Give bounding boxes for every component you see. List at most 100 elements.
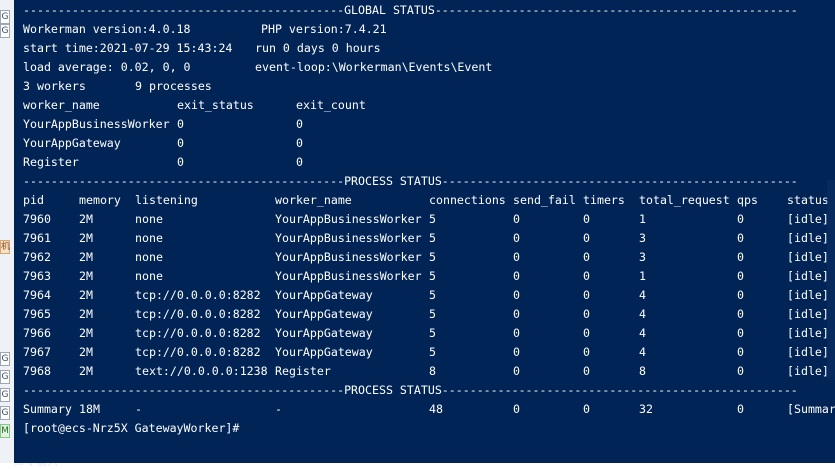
process-cell: 2M bbox=[79, 250, 93, 264]
process-cell: 0 bbox=[737, 231, 744, 245]
process-cell: none bbox=[135, 250, 163, 264]
process-row: 7962 2M none YourAppBusinessWorker 5 0 0 3 0 [idl… bbox=[14, 248, 835, 267]
process-cell: 0 bbox=[583, 250, 590, 264]
process-cell: 8 bbox=[639, 364, 646, 378]
worker-cell: 0 bbox=[296, 117, 303, 131]
workerman-version: Workerman version:4.0.18 bbox=[23, 22, 191, 36]
process-cell: [idle] bbox=[787, 345, 829, 359]
process-row: 7967 2M tcp://0.0.0.0:8282 YourAppGateway 5 0… bbox=[14, 343, 835, 362]
process-cell: 0 bbox=[583, 269, 590, 283]
load-average: load average: 0.02, 0, 0 bbox=[23, 60, 191, 74]
process-cell: text://0.0.0.0:1238 bbox=[135, 364, 268, 378]
summary-cell: 32 bbox=[639, 402, 653, 416]
process-cell: YourAppBusinessWorker bbox=[275, 212, 422, 226]
process-cell: 4 bbox=[639, 307, 646, 321]
process-cell: tcp://0.0.0.0:8282 bbox=[135, 326, 261, 340]
process-cell: [idle] bbox=[787, 250, 829, 264]
process-cell: 0 bbox=[583, 345, 590, 359]
process-cell: 0 bbox=[513, 326, 520, 340]
process-cell: 2M bbox=[79, 345, 93, 359]
process-cell: Register bbox=[275, 364, 331, 378]
worker-column-header: exit_status bbox=[177, 98, 254, 112]
process-cell: 2M bbox=[79, 364, 93, 378]
process-cell: tcp://0.0.0.0:8282 bbox=[135, 345, 261, 359]
process-row: 7968 2M text://0.0.0.0:1238 Register 8 0 0 8 0 [i… bbox=[14, 362, 835, 381]
side-chip: G bbox=[0, 370, 10, 384]
process-column-header: connections bbox=[429, 193, 506, 207]
process-cell: 3 bbox=[639, 250, 646, 264]
process-cell: 0 bbox=[513, 364, 520, 378]
process-cell: 0 bbox=[513, 345, 520, 359]
process-column-header: status bbox=[787, 193, 829, 207]
process-row: 7963 2M none YourAppBusinessWorker 5 0 0 1 0 [idl… bbox=[14, 267, 835, 286]
process-column-header: memory bbox=[79, 193, 121, 207]
process-row: 7966 2M tcp://0.0.0.0:8282 YourAppGateway 5 0… bbox=[14, 324, 835, 343]
process-cell: 5 bbox=[429, 231, 436, 245]
worker-cell: 0 bbox=[296, 155, 303, 169]
process-column-header: qps bbox=[737, 193, 758, 207]
terminal-window[interactable]: ----------------------------------------… bbox=[14, 0, 835, 463]
summary-cell: 0 bbox=[513, 402, 520, 416]
process-cell: YourAppGateway bbox=[275, 326, 373, 340]
process-cell: 0 bbox=[513, 269, 520, 283]
process-status-footer: ----------------------------------------… bbox=[23, 383, 798, 397]
process-column-header: listening bbox=[135, 193, 198, 207]
process-cell: 2M bbox=[79, 231, 93, 245]
side-chip: G bbox=[0, 24, 10, 38]
process-cell: 0 bbox=[737, 269, 744, 283]
process-cell: 4 bbox=[639, 326, 646, 340]
process-cell: [idle] bbox=[787, 212, 829, 226]
process-cell: 4 bbox=[639, 288, 646, 302]
process-column-header: timers bbox=[583, 193, 625, 207]
process-cell: 0 bbox=[513, 288, 520, 302]
process-cell: 2M bbox=[79, 288, 93, 302]
process-cell: 7960 bbox=[23, 212, 51, 226]
process-cell: none bbox=[135, 212, 163, 226]
processes-count: 9 processes bbox=[135, 79, 212, 93]
side-chip: G bbox=[0, 10, 10, 24]
process-cell: none bbox=[135, 231, 163, 245]
side-chip: G bbox=[0, 406, 10, 420]
process-cell: [idle] bbox=[787, 364, 829, 378]
process-cell: 7963 bbox=[23, 269, 51, 283]
worker-cell: YourAppBusinessWorker bbox=[23, 117, 170, 131]
process-cell: 5 bbox=[429, 212, 436, 226]
side-chip: M bbox=[0, 424, 10, 438]
process-cell: 0 bbox=[583, 288, 590, 302]
worker-column-header: worker_name bbox=[23, 98, 100, 112]
worker-cell: 0 bbox=[177, 117, 184, 131]
process-column-header: total_request bbox=[639, 193, 730, 207]
summary-cell: - bbox=[275, 402, 282, 416]
worker-cell: YourAppGateway bbox=[23, 136, 121, 150]
process-cell: 7965 bbox=[23, 307, 51, 321]
worker-column-header: exit_count bbox=[296, 98, 366, 112]
process-cell: [idle] bbox=[787, 288, 829, 302]
process-cell: 0 bbox=[737, 326, 744, 340]
process-cell: 0 bbox=[737, 307, 744, 321]
process-cell: tcp://0.0.0.0:8282 bbox=[135, 307, 261, 321]
start-time: start time:2021-07-29 15:43:24 bbox=[23, 41, 233, 55]
process-cell: 1 bbox=[639, 269, 646, 283]
process-row: 7960 2M none YourAppBusinessWorker 5 0 0 1 0 [idl… bbox=[14, 210, 835, 229]
process-cell: [idle] bbox=[787, 231, 829, 245]
scrollbar[interactable] bbox=[827, 180, 835, 380]
process-cell: [idle] bbox=[787, 326, 829, 340]
summary-cell: 0 bbox=[583, 402, 590, 416]
run-time: run 0 days 0 hours bbox=[255, 41, 381, 55]
process-cell: 0 bbox=[583, 212, 590, 226]
process-cell: 0 bbox=[583, 231, 590, 245]
side-chip: 机 bbox=[0, 240, 11, 254]
process-cell: tcp://0.0.0.0:8282 bbox=[135, 288, 261, 302]
process-cell: YourAppBusinessWorker bbox=[275, 269, 422, 283]
process-cell: 0 bbox=[737, 212, 744, 226]
process-cell: 7966 bbox=[23, 326, 51, 340]
process-cell: 0 bbox=[513, 250, 520, 264]
summary-cell: [Summary] bbox=[787, 402, 835, 416]
process-cell: 5 bbox=[429, 326, 436, 340]
process-cell: 5 bbox=[429, 250, 436, 264]
process-cell: 0 bbox=[583, 364, 590, 378]
global-status-header: ----------------------------------------… bbox=[23, 3, 798, 17]
shell-prompt[interactable]: [root@ecs-Nrz5X GatewayWorker]# bbox=[23, 419, 239, 438]
process-cell: 0 bbox=[513, 231, 520, 245]
process-column-header: worker_name bbox=[275, 193, 352, 207]
